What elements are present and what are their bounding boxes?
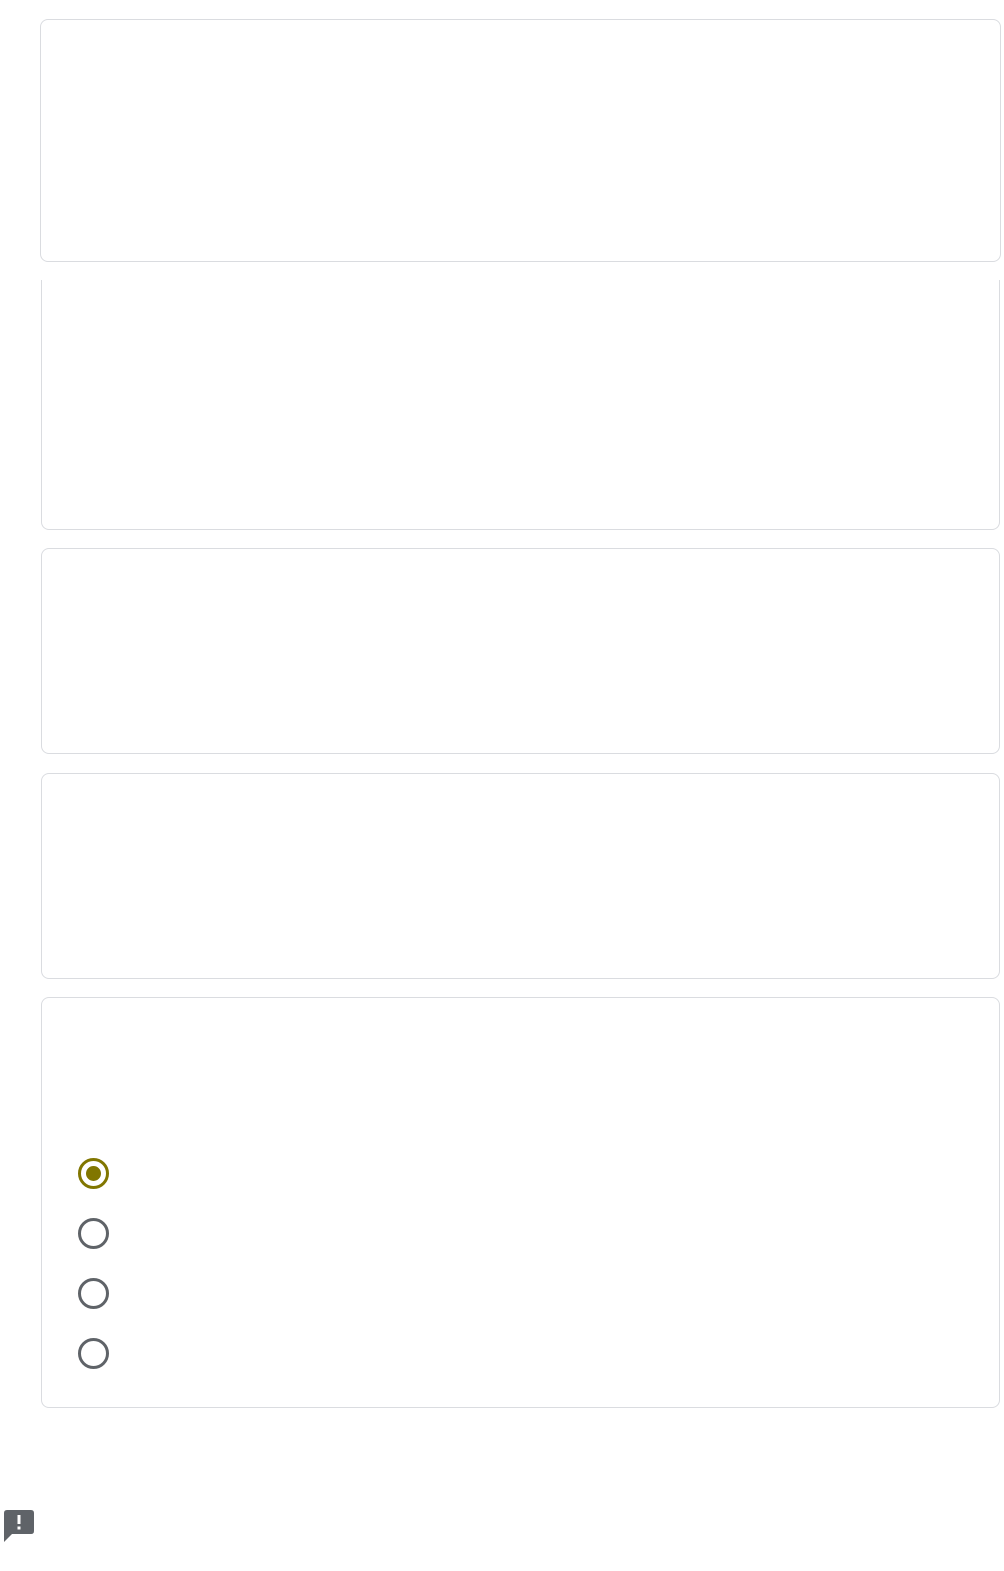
- form-card: [41, 773, 1000, 979]
- radio-button[interactable]: [78, 1277, 109, 1309]
- radio-option[interactable]: [78, 1263, 125, 1323]
- form-card: [40, 19, 1001, 262]
- radio-group: [78, 1143, 125, 1383]
- radio-button[interactable]: [78, 1217, 109, 1249]
- form-card: [41, 280, 1000, 530]
- question-card: [41, 997, 1000, 1408]
- radio-option[interactable]: [78, 1323, 125, 1383]
- radio-button[interactable]: [78, 1337, 109, 1369]
- form-card: [41, 548, 1000, 754]
- report-issue-button[interactable]: [4, 1510, 34, 1544]
- radio-option[interactable]: [78, 1203, 125, 1263]
- report-issue-icon: [4, 1510, 34, 1542]
- radio-option[interactable]: [78, 1143, 125, 1203]
- radio-button[interactable]: [78, 1157, 109, 1189]
